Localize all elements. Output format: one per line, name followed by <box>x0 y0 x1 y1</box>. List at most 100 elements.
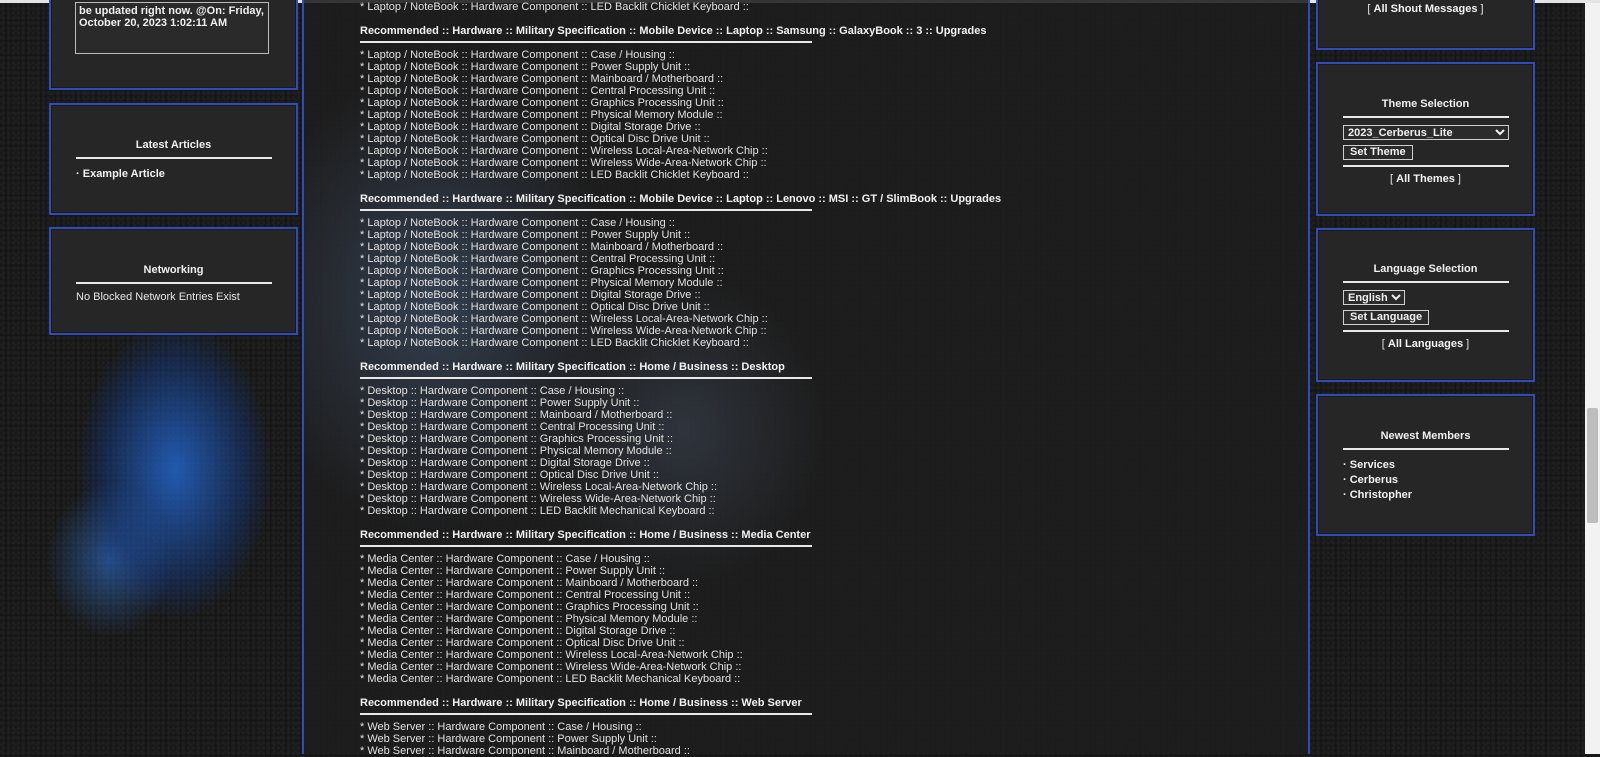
component-line: * Laptop / NoteBook :: Hardware Componen… <box>360 313 768 325</box>
language-selection-title: Language Selection <box>1373 263 1478 275</box>
section-divider <box>360 41 812 43</box>
member-name: Christopher <box>1349 489 1413 501</box>
component-line: * Media Center :: Hardware Component :: … <box>360 637 685 649</box>
theme-select[interactable]: 2023_Cerberus_Lite <box>1343 125 1509 140</box>
language-selection-panel: Language Selection English Set Language … <box>1316 228 1535 382</box>
component-line: * Desktop :: Hardware Component :: Centr… <box>360 421 665 433</box>
shoutbox-message-text: be updated right now. @On: Friday, Octob… <box>79 5 264 29</box>
component-line: * Laptop / NoteBook :: Hardware Componen… <box>360 73 724 85</box>
theme-controls: 2023_Cerberus_Lite Set Theme <box>1343 123 1533 160</box>
component-line: * Media Center :: Hardware Component :: … <box>360 589 691 601</box>
component-line: * Media Center :: Hardware Component :: … <box>360 601 699 613</box>
shoutbox-panel: be updated right now. @On: Friday, Octob… <box>49 0 298 90</box>
article-link[interactable]: · Example Article <box>76 167 296 182</box>
component-line: * Media Center :: Hardware Component :: … <box>360 577 699 589</box>
component-line: * Laptop / NoteBook :: Hardware Componen… <box>360 337 749 349</box>
component-line: * Laptop / NoteBook :: Hardware Componen… <box>360 241 724 253</box>
section-heading: Recommended :: Hardware :: Military Spec… <box>360 697 802 709</box>
component-line: * Laptop / NoteBook :: Hardware Componen… <box>360 121 701 133</box>
networking-panel: Networking No Blocked Network Entries Ex… <box>49 227 298 335</box>
component-line: * Laptop / NoteBook :: Hardware Componen… <box>360 61 691 73</box>
scrollbar-thumb[interactable] <box>1587 408 1598 523</box>
component-line: * Web Server :: Hardware Component :: Po… <box>360 733 657 745</box>
language-selection-bottom-divider <box>1342 330 1509 332</box>
member-link[interactable]: · Cerberus <box>1343 473 1533 488</box>
section-heading: Recommended :: Hardware :: Military Spec… <box>360 361 785 373</box>
component-line: * Laptop / NoteBook :: Hardware Componen… <box>360 229 691 241</box>
component-line: * Laptop / NoteBook :: Hardware Componen… <box>360 109 723 121</box>
component-line: * Media Center :: Hardware Component :: … <box>360 613 698 625</box>
component-line: * Laptop / NoteBook :: Hardware Componen… <box>360 217 675 229</box>
component-line: * Desktop :: Hardware Component :: Mainb… <box>360 409 673 421</box>
all-languages-link[interactable]: All Languages <box>1388 338 1463 350</box>
theme-selection-divider <box>1342 116 1509 118</box>
member-link[interactable]: · Services <box>1343 458 1533 473</box>
newest-members-divider <box>1342 448 1509 450</box>
component-line: * Laptop / NoteBook :: Hardware Componen… <box>360 85 716 97</box>
all-shout-messages-link[interactable]: All Shout Messages <box>1374 3 1478 15</box>
theme-selection-panel: Theme Selection 2023_Cerberus_Lite Set T… <box>1316 62 1535 216</box>
shout-messages-panel: [ All Shout Messages ] <box>1316 0 1535 50</box>
component-line: * Desktop :: Hardware Component :: Case … <box>360 385 625 397</box>
component-line: * Desktop :: Hardware Component :: Wirel… <box>360 493 716 505</box>
language-select[interactable]: English <box>1343 290 1405 305</box>
component-line: * Laptop / NoteBook :: Hardware Componen… <box>360 169 749 181</box>
component-line: * Desktop :: Hardware Component :: Digit… <box>360 457 650 469</box>
set-language-button[interactable]: Set Language <box>1343 310 1430 325</box>
component-line: * Media Center :: Hardware Component :: … <box>360 553 650 565</box>
content-line: * Laptop / NoteBook :: Hardware Componen… <box>360 1 749 13</box>
main-content-column: * Laptop / NoteBook :: Hardware Componen… <box>302 0 1310 757</box>
section-heading: Recommended :: Hardware :: Military Spec… <box>360 193 1002 205</box>
component-line: * Web Server :: Hardware Component :: Ma… <box>360 745 690 757</box>
shoutbox-message-box[interactable]: be updated right now. @On: Friday, Octob… <box>75 2 269 54</box>
newest-members-list: · Services · Cerberus · Christopher <box>1343 458 1533 503</box>
theme-selection-title: Theme Selection <box>1381 98 1470 110</box>
all-themes: [ All Themes ] <box>1390 173 1461 185</box>
newest-members-panel: Newest Members · Services · Cerberus · C… <box>1316 394 1535 536</box>
component-line: * Desktop :: Hardware Component :: Optic… <box>360 469 659 481</box>
latest-articles-title: Latest Articles <box>135 139 212 151</box>
all-themes-link[interactable]: All Themes <box>1396 173 1455 185</box>
component-line: * Desktop :: Hardware Component :: Power… <box>360 397 640 409</box>
member-name: Services <box>1349 459 1395 471</box>
component-line: * Laptop / NoteBook :: Hardware Componen… <box>360 157 767 169</box>
networking-status-text: No Blocked Network Entries Exist <box>76 291 240 303</box>
component-line: * Media Center :: Hardware Component :: … <box>360 673 741 685</box>
component-line: * Laptop / NoteBook :: Hardware Componen… <box>360 301 710 313</box>
component-line: * Laptop / NoteBook :: Hardware Componen… <box>360 253 716 265</box>
component-line: * Laptop / NoteBook :: Hardware Componen… <box>360 265 724 277</box>
page-scrollbar[interactable] <box>1585 3 1600 754</box>
all-languages: [ All Languages ] <box>1381 338 1470 350</box>
newest-members-title: Newest Members <box>1380 430 1471 442</box>
section-heading: Recommended :: Hardware :: Military Spec… <box>360 25 987 37</box>
component-line: * Laptop / NoteBook :: Hardware Componen… <box>360 289 701 301</box>
component-line: * Desktop :: Hardware Component :: Wirel… <box>360 481 718 493</box>
set-theme-button[interactable]: Set Theme <box>1343 145 1413 160</box>
latest-articles-panel: Latest Articles · Example Article <box>49 103 298 215</box>
component-line: * Desktop :: Hardware Component :: Physi… <box>360 445 672 457</box>
member-name: Cerberus <box>1349 474 1399 486</box>
theme-selection-bottom-divider <box>1342 165 1509 167</box>
component-line: * Laptop / NoteBook :: Hardware Componen… <box>360 133 710 145</box>
all-shout-messages: [ All Shout Messages ] <box>1367 3 1484 15</box>
section-divider <box>360 713 812 715</box>
component-line: * Desktop :: Hardware Component :: LED B… <box>360 505 715 517</box>
section-divider <box>360 545 812 547</box>
sections-container: Recommended :: Hardware :: Military Spec… <box>360 25 1240 757</box>
networking-title: Networking <box>143 264 204 276</box>
language-selection-divider <box>1342 281 1509 283</box>
component-line: * Media Center :: Hardware Component :: … <box>360 661 742 673</box>
component-line: * Media Center :: Hardware Component :: … <box>360 625 676 637</box>
member-link[interactable]: · Christopher <box>1343 488 1533 503</box>
component-line: * Media Center :: Hardware Component :: … <box>360 649 743 661</box>
latest-articles-divider <box>75 157 272 159</box>
section-divider <box>360 209 812 211</box>
section-heading: Recommended :: Hardware :: Military Spec… <box>360 529 811 541</box>
component-line: * Laptop / NoteBook :: Hardware Componen… <box>360 49 675 61</box>
component-line: * Media Center :: Hardware Component :: … <box>360 565 666 577</box>
component-line: * Laptop / NoteBook :: Hardware Componen… <box>360 277 723 289</box>
latest-articles-list: · Example Article <box>76 167 296 182</box>
component-line: * Laptop / NoteBook :: Hardware Componen… <box>360 97 724 109</box>
networking-divider <box>75 282 272 284</box>
article-link-label: Example Article <box>82 168 165 180</box>
